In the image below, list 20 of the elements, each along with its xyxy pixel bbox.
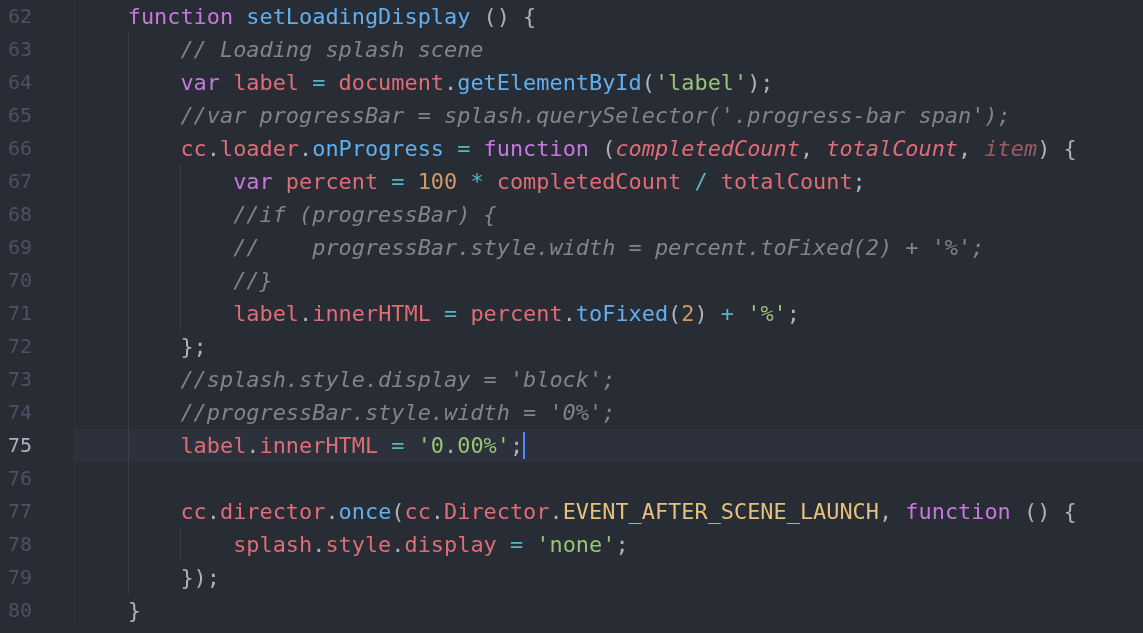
code-line: //splash.style.display = 'block'; (180, 366, 616, 393)
code-line: } (127, 597, 141, 624)
code-line: // progressBar.style.width = percent.toFixed(2) + '%'; (233, 234, 985, 261)
text-cursor (523, 432, 526, 459)
code-line: var percent = 100 * completedCount / totalCount; (233, 168, 866, 195)
code-line: var label = document.getElementById('label'); (180, 69, 774, 96)
code-line: }; (180, 333, 207, 360)
code-line: cc.director.once(cc.Director.EVENT_AFTER_SCENE_LAUNCH, function () { (180, 498, 1077, 525)
code-line: //progressBar.style.width = '0%'; (180, 399, 616, 426)
line-number: 75 (0, 429, 75, 462)
code-line: //var progressBar = splash.querySelector('.progress-bar span'); (180, 102, 1011, 129)
code-line: splash.style.display = 'none'; (233, 531, 629, 558)
code-line: label.innerHTML = '0.00%'; (180, 432, 524, 459)
code-line: //} (233, 267, 273, 294)
code-line: //if (progressBar) { (233, 201, 497, 228)
code-line: function setLoadingDisplay () { (127, 3, 537, 30)
code-line: }); (180, 564, 220, 591)
code-line: cc.loader.onProgress = function (completedCount, totalCount, item) { (180, 135, 1077, 162)
code-line: // Loading splash scene (180, 36, 484, 63)
code-line: label.innerHTML = percent.toFixed(2) + '%'; (233, 300, 800, 327)
